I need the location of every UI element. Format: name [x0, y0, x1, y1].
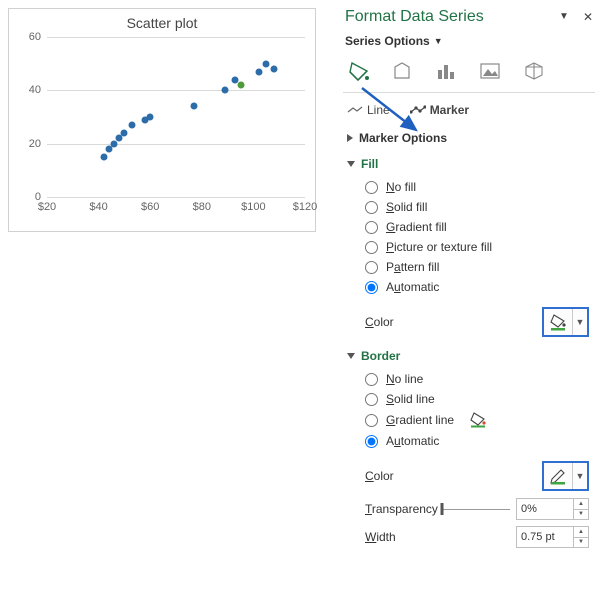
transparency-input[interactable]	[517, 499, 573, 519]
width-input[interactable]	[517, 527, 573, 547]
close-icon[interactable]: ✕	[583, 11, 593, 23]
fill-options: No fill Solid fill Gradient fill Picture…	[347, 175, 591, 303]
data-point[interactable]	[121, 130, 128, 137]
width-spinner[interactable]: ▲▼	[516, 526, 589, 548]
series-options-label: Series Options	[345, 34, 430, 48]
transparency-slider[interactable]	[442, 509, 510, 510]
chevron-down-icon: ▼	[572, 463, 587, 489]
spinner-down-icon[interactable]: ▼	[574, 538, 588, 548]
border-color-button[interactable]: ▼	[542, 461, 589, 491]
3d-category-icon[interactable]	[523, 60, 545, 82]
border-options: No line Solid line Gradient line Automat…	[347, 367, 591, 457]
x-tick-label: $80	[193, 201, 211, 213]
format-data-series-pane: Format Data Series ▼ ✕ Series Options ▼ …	[343, 6, 595, 606]
marker-tab-icon	[410, 105, 426, 115]
x-axis: $20$40$60$80$100$120	[47, 199, 305, 219]
paint-bucket-icon	[544, 313, 572, 331]
fill-gradient[interactable]: Gradient fill	[365, 217, 591, 237]
effects-category-icon[interactable]	[391, 60, 413, 82]
data-point[interactable]	[100, 154, 107, 161]
chart-title: Scatter plot	[9, 9, 315, 31]
pane-title: Format Data Series	[345, 8, 484, 26]
fill-solid[interactable]: Solid fill	[365, 197, 591, 217]
y-tick-label: 20	[29, 138, 41, 150]
transparency-spinner[interactable]: ▲▼	[516, 498, 589, 520]
marker-options-header[interactable]: Marker Options	[347, 127, 591, 149]
expand-down-icon	[347, 161, 355, 167]
x-tick-label: $60	[141, 201, 159, 213]
picture-category-icon[interactable]	[479, 60, 501, 82]
line-tab-icon	[347, 105, 363, 115]
fill-line-category-icon[interactable]	[347, 60, 369, 82]
border-color-label: Color	[365, 469, 394, 483]
border-no-line[interactable]: No line	[365, 369, 591, 389]
data-point[interactable]	[255, 68, 262, 75]
border-solid[interactable]: Solid line	[365, 389, 591, 409]
data-point[interactable]	[147, 114, 154, 121]
data-point[interactable]	[237, 82, 244, 89]
width-label: Width	[365, 530, 396, 544]
border-automatic[interactable]: Automatic	[365, 431, 591, 451]
series-options-category-icon[interactable]	[435, 60, 457, 82]
fill-header[interactable]: Fill	[347, 153, 591, 175]
scatter-chart-card: Scatter plot 0204060 $20$40$60$80$100$12…	[8, 8, 316, 232]
y-tick-label: 60	[29, 31, 41, 43]
x-tick-label: $40	[89, 201, 107, 213]
x-tick-label: $20	[38, 201, 56, 213]
border-header[interactable]: Border	[347, 345, 591, 367]
line-marker-tabs: Line Marker	[343, 93, 595, 125]
plot-area[interactable]	[47, 37, 305, 197]
chevron-down-icon: ▼	[434, 36, 443, 46]
tab-line[interactable]: Line	[347, 103, 390, 117]
expand-right-icon	[347, 134, 353, 142]
marker-options-label: Marker Options	[359, 131, 447, 145]
category-tabs	[343, 58, 595, 93]
fill-color-button[interactable]: ▼	[542, 307, 589, 337]
spinner-up-icon[interactable]: ▲	[574, 499, 588, 510]
fill-automatic[interactable]: Automatic	[365, 277, 591, 297]
series-options-dropdown[interactable]: Series Options ▼	[345, 34, 593, 48]
data-point[interactable]	[222, 87, 229, 94]
y-axis: 0204060	[9, 37, 45, 197]
tab-marker-label: Marker	[430, 103, 469, 117]
border-gradient[interactable]: Gradient line	[365, 409, 591, 431]
pen-icon	[544, 467, 572, 485]
spinner-down-icon[interactable]: ▼	[574, 510, 588, 520]
y-tick-label: 40	[29, 84, 41, 96]
transparency-label: Transparency	[365, 502, 438, 516]
data-point[interactable]	[263, 60, 270, 67]
tab-marker[interactable]: Marker	[410, 103, 469, 117]
pane-header: Format Data Series ▼ ✕	[343, 6, 595, 32]
x-tick-label: $100	[241, 201, 265, 213]
gradient-swatch-icon	[468, 412, 488, 428]
border-title: Border	[361, 349, 400, 363]
fill-no-fill[interactable]: No fill	[365, 177, 591, 197]
spinner-up-icon[interactable]: ▲	[574, 527, 588, 538]
data-point[interactable]	[191, 103, 198, 110]
fill-pattern[interactable]: Pattern fill	[365, 257, 591, 277]
chevron-down-icon: ▼	[572, 309, 587, 335]
taskpane-options-icon[interactable]: ▼	[559, 12, 569, 22]
tab-line-label: Line	[367, 103, 390, 117]
x-tick-label: $120	[293, 201, 317, 213]
data-point[interactable]	[129, 122, 136, 129]
data-point[interactable]	[271, 66, 278, 73]
fill-color-label: Color	[365, 315, 394, 329]
expand-down-icon	[347, 353, 355, 359]
fill-picture[interactable]: Picture or texture fill	[365, 237, 591, 257]
fill-title: Fill	[361, 157, 378, 171]
